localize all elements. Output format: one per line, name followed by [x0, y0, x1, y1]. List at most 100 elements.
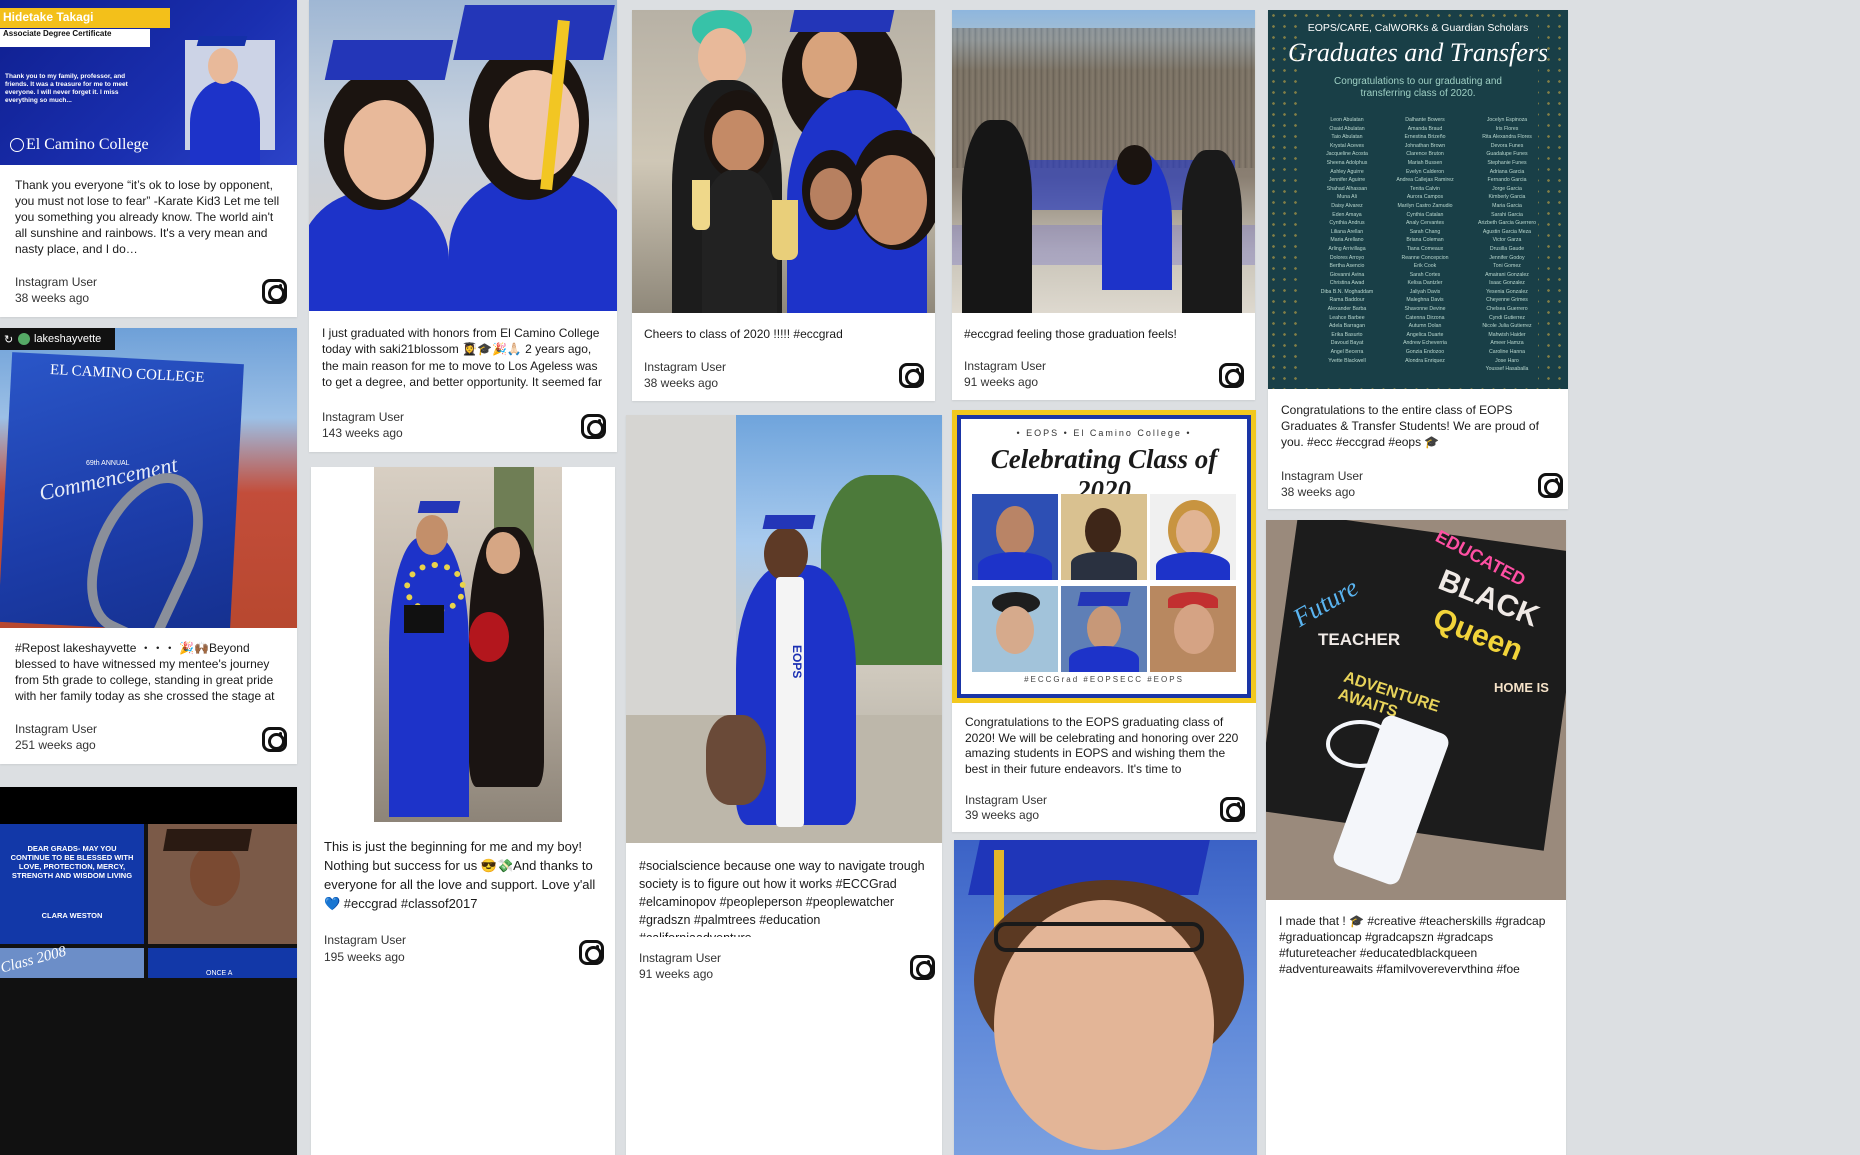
poster-name: Alexander Barba	[1327, 306, 1367, 313]
instagram-icon[interactable]	[262, 727, 287, 752]
poster-name: Toni Gomez	[1493, 263, 1521, 270]
poster-name: Victor Garza	[1492, 237, 1522, 244]
poster-name: Sheena Adolphus	[1326, 159, 1368, 166]
post-author: Instagram User	[1281, 469, 1364, 483]
post-card[interactable]: Hidetake Takagi Associate Degree Certifi…	[0, 0, 297, 317]
poster-name: Fernando Garcia	[1487, 177, 1527, 184]
poster-name: Liliana Arellan	[1330, 228, 1364, 235]
poster-name: Jennifer Aguirre	[1328, 177, 1366, 184]
poster-name: Cheyenne Grimes	[1486, 297, 1528, 304]
poster-name: Alondra Enriquez	[1405, 357, 1445, 364]
post-time: 91 weeks ago	[639, 967, 714, 981]
poster-name: Eden Amaya	[1332, 211, 1362, 218]
post-image[interactable]	[954, 840, 1257, 1155]
poster-names-col-1: Leon Abulatan Osaid Abulatan Taio Abulatan…	[1308, 116, 1386, 365]
instagram-icon[interactable]	[1220, 797, 1245, 822]
poster-name: Yesenia Gonzalez	[1486, 288, 1528, 295]
post-card[interactable]: • EOPS • El Camino College • Celebrating…	[952, 410, 1256, 832]
poster-name: Ameer Hamza	[1490, 340, 1524, 347]
post-card[interactable]: DEAR GRADS- MAY YOU CONTINUE TO BE BLESS…	[0, 787, 297, 1155]
post-image[interactable]: EOPS	[626, 415, 942, 843]
post-image[interactable]: • EOPS • El Camino College • Celebrating…	[952, 410, 1256, 703]
poster-name: Cynthia Catalan	[1406, 211, 1444, 218]
poster-name: Angel Becerra	[1330, 349, 1364, 356]
repost-icon: ↻	[4, 334, 14, 346]
poster-name: Sarah Chang	[1409, 228, 1441, 235]
post-card[interactable]: I just graduated with honors from El Cam…	[309, 0, 617, 452]
instagram-icon[interactable]	[579, 940, 604, 965]
post-time: 38 weeks ago	[15, 291, 90, 305]
post-author: Instagram User	[324, 933, 407, 947]
post-image[interactable]: EDUCATED BLACK Queen Future TEACHER ADVE…	[1266, 520, 1566, 900]
instagram-icon[interactable]	[910, 955, 935, 980]
poster-name: Christina Awad	[1329, 280, 1365, 287]
instagram-icon[interactable]	[1219, 363, 1244, 388]
post-image[interactable]	[374, 467, 562, 822]
poster-name: Taio Abulatan	[1331, 134, 1363, 141]
poster-top: EOPS/CARE, CalWORKs & Guardian Scholars	[1307, 22, 1529, 34]
post-image[interactable]	[632, 10, 935, 313]
post-card[interactable]: This is just the beginning for me and my…	[311, 467, 615, 1155]
post-caption: I made that ! 🎓 #creative #teacherskills…	[1279, 914, 1546, 973]
poster-name: Angelica Duarte	[1406, 331, 1444, 338]
repost-handle: lakeshayvette	[34, 333, 102, 345]
poster-name: Jaliyah Davis	[1409, 288, 1441, 295]
poster-name: Adriana Garcia	[1489, 168, 1525, 175]
poster-name: Cyndi Gutierrez	[1488, 314, 1526, 321]
post-caption: #socialscience because one way to naviga…	[639, 859, 925, 937]
poster-name: Rama Baddour	[1329, 297, 1365, 304]
instagram-icon[interactable]	[899, 363, 924, 388]
post-image[interactable]: ↻ lakeshayvette EL CAMINO COLLEGE 69th A…	[0, 328, 297, 628]
post-author: Instagram User	[322, 410, 405, 424]
banner-name: Hidetake Takagi	[3, 10, 94, 24]
poster-name: Ernestina Brizeño	[1404, 134, 1446, 141]
post-card[interactable]: ↻ lakeshayvette EL CAMINO COLLEGE 69th A…	[0, 328, 297, 764]
poster-name: Jennifer Godoy	[1489, 254, 1525, 261]
poster-name: Sarahi Garcia	[1491, 211, 1523, 218]
poster-name: Aurora Campos	[1406, 194, 1444, 201]
poster-name: Youssef Hasaballa	[1485, 366, 1529, 373]
poster-name: Isaac Gonzalez	[1489, 280, 1525, 287]
post-image[interactable]	[309, 0, 617, 311]
poster-name: Kelisa Dantzler	[1407, 280, 1443, 287]
instagram-icon[interactable]	[1538, 473, 1563, 498]
poster-name: Jacqueline Acosta	[1326, 151, 1368, 158]
post-author: Instagram User	[639, 951, 722, 965]
poster-name: Osaid Abulatan	[1329, 125, 1365, 132]
poster-subtitle: Congratulations to our graduating and tr…	[1334, 76, 1502, 99]
post-caption: I just graduated with honors from El Cam…	[322, 326, 602, 389]
poster-name: Leahce Barbee	[1329, 314, 1365, 321]
poster-name: Amanda Braud	[1407, 125, 1443, 132]
post-caption: Thank you everyone “it’s ok to lose by o…	[15, 178, 280, 256]
post-card[interactable]	[954, 840, 1257, 1155]
poster-name: Adela Barragan	[1328, 323, 1366, 330]
poster-title: Graduates and Transfers	[1287, 38, 1549, 67]
college-seal-icon	[10, 138, 24, 152]
post-card[interactable]: Cheers to class of 2020 !!!!! #eccgrad I…	[632, 10, 935, 401]
post-time: 39 weeks ago	[965, 808, 1040, 822]
post-card[interactable]: #eccgrad feeling those graduation feels!…	[952, 10, 1255, 400]
poster-name: Iris Flores	[1495, 125, 1519, 132]
post-card[interactable]: EDUCATED BLACK Queen Future TEACHER ADVE…	[1266, 520, 1566, 1155]
poster-name: Analy Cervantes	[1405, 220, 1445, 227]
flyer-header: • EOPS • El Camino College •	[1016, 428, 1192, 438]
cap-word-home: HOME IS	[1494, 680, 1549, 695]
post-caption: Congratulations to the EOPS graduating c…	[965, 715, 1239, 779]
post-image[interactable]: Hidetake Takagi Associate Degree Certifi…	[0, 0, 297, 165]
poster-name: Andrew Echeverria	[1403, 340, 1447, 347]
post-image[interactable]: EOPS/CARE, CalWORKs & Guardian Scholars …	[1268, 10, 1568, 389]
poster-name: Clarence Bruton	[1406, 151, 1444, 158]
poster-name: Giovanni Avina	[1329, 271, 1365, 278]
post-image[interactable]: DEAR GRADS- MAY YOU CONTINUE TO BE BLESS…	[0, 824, 297, 1155]
poster-name: Reanne Concepcion	[1401, 254, 1449, 261]
post-time: 195 weeks ago	[324, 950, 405, 964]
post-time: 38 weeks ago	[644, 376, 719, 390]
post-card[interactable]: EOPS #socialscience because one way to n…	[626, 415, 942, 1155]
poster-name: Chelsea Guerrero	[1486, 306, 1528, 313]
instagram-icon[interactable]	[262, 279, 287, 304]
instagram-icon[interactable]	[581, 414, 606, 439]
poster-names-col-3: Jocelyn Espinoza Iris Flores Rita Alexandr…	[1464, 116, 1550, 374]
post-card[interactable]: EOPS/CARE, CalWORKs & Guardian Scholars …	[1268, 10, 1568, 509]
post-image[interactable]	[952, 10, 1255, 313]
post-time: 91 weeks ago	[964, 375, 1039, 389]
